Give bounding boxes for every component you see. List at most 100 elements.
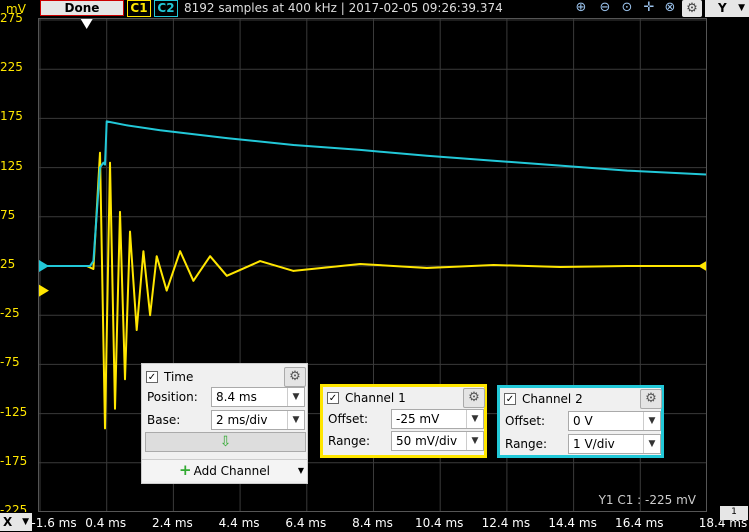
gear-icon[interactable]: ⚙ <box>640 389 662 409</box>
channel-1-range-value: 50 mV/div <box>396 434 458 448</box>
position-select[interactable]: 8.4 ms ▼ <box>211 387 305 407</box>
offset-label: Offset: <box>328 412 369 426</box>
channel-2-offset-value: 0 V <box>573 414 593 428</box>
chevron-down-icon: ▼ <box>22 517 29 527</box>
data-point-c2 <box>105 120 108 123</box>
data-point-c2 <box>292 144 295 146</box>
time-panel-title: Time <box>164 370 194 384</box>
trigger-position-marker <box>80 19 93 29</box>
chevron-down-icon: ▼ <box>466 410 483 428</box>
x-tick-label: 14.4 ms <box>548 516 597 530</box>
data-point-c1 <box>626 265 628 267</box>
channel-2-tag[interactable]: C2 <box>154 0 178 17</box>
channel-1-level-marker <box>39 284 49 297</box>
data-point-c2 <box>706 174 707 176</box>
data-point-c1 <box>135 329 138 331</box>
gear-icon[interactable]: ⚙ <box>682 0 702 17</box>
add-channel-label: Add Channel <box>193 464 270 478</box>
base-value: 2 ms/div <box>216 413 268 427</box>
channel-2-range-select[interactable]: 1 V/div ▼ <box>568 434 661 454</box>
data-point-c1 <box>155 255 158 257</box>
position-label: Position: <box>147 390 198 404</box>
base-select[interactable]: 2 ms/div ▼ <box>211 410 305 430</box>
x-tick-label: -1.6 ms <box>31 516 77 530</box>
chevron-down-icon: ▼ <box>738 3 745 13</box>
time-enable-checkbox[interactable]: ✓ <box>146 371 158 383</box>
x-tick-label: 6.4 ms <box>285 516 327 530</box>
data-point-c2 <box>426 154 428 157</box>
data-point-c1 <box>129 230 131 233</box>
channel-1-tag[interactable]: C1 <box>127 0 151 17</box>
x-tick-label: 2.4 ms <box>151 516 193 530</box>
channel-2-offset-select[interactable]: 0 V ▼ <box>568 411 661 431</box>
done-button[interactable]: Done <box>40 0 124 16</box>
x-axis-right-button[interactable]: 1 <box>720 506 748 520</box>
data-point-c1 <box>359 263 361 265</box>
gear-icon[interactable]: ⚙ <box>463 388 485 408</box>
y-tick-label: 225 <box>0 60 23 75</box>
y-tick-label: 25 <box>0 257 16 271</box>
data-point-c2 <box>225 137 228 139</box>
data-point-c1 <box>492 264 495 266</box>
data-point-c1 <box>109 161 111 164</box>
y-tick-label: -125 <box>0 404 28 419</box>
data-point-c1 <box>225 275 228 277</box>
data-point-c1 <box>179 250 181 253</box>
y-axis-button[interactable]: Y ▼ <box>705 0 749 17</box>
channel-2-header: ✓ Channel 2 <box>504 390 583 408</box>
channel-2-panel: ✓ Channel 2 ⚙ Offset: 0 V ▼ Range: 1 V/d… <box>497 385 664 458</box>
x-tick-label: 0.4 ms <box>85 516 127 530</box>
channel-1-offset-select[interactable]: -25 mV ▼ <box>391 409 484 429</box>
pan-icon[interactable]: ✛ <box>640 0 658 17</box>
channel-2-range-value: 1 V/div <box>573 437 615 451</box>
data-point-c1 <box>124 378 126 380</box>
x-axis-button[interactable]: X ▼ <box>0 513 32 531</box>
apply-button[interactable]: ⇩ <box>145 432 306 452</box>
range-label: Range: <box>328 434 371 448</box>
chevron-down-icon: ▼ <box>466 432 483 450</box>
position-value: 8.4 ms <box>216 390 257 404</box>
channel-1-header: ✓ Channel 1 <box>327 389 406 407</box>
data-point-c2 <box>559 164 562 167</box>
x-tick-label: 8.4 ms <box>352 516 393 530</box>
data-point-c1 <box>149 314 151 317</box>
data-point-c1 <box>426 267 428 269</box>
y-tick-label: 275 <box>0 11 23 25</box>
y-axis-button-label: Y <box>718 1 727 15</box>
channel-1-range-select[interactable]: 50 mV/div ▼ <box>391 431 484 451</box>
x-tick-label: 12.4 ms <box>481 516 531 530</box>
chevron-down-icon: ▼ <box>643 435 660 453</box>
data-point-c1 <box>559 266 562 268</box>
zoom-box-icon[interactable]: ⊗ <box>661 0 679 17</box>
data-point-c1 <box>292 270 295 272</box>
y-tick-label: -175 <box>0 453 28 468</box>
gear-icon[interactable]: ⚙ <box>284 367 306 387</box>
data-point-c2 <box>359 149 361 151</box>
data-point-c1 <box>99 152 101 154</box>
chevron-down-icon: ▼ <box>287 411 304 429</box>
zoom-in-icon[interactable]: ⊕ <box>572 0 590 17</box>
y-tick-label: 125 <box>0 158 23 173</box>
zoom-fit-icon[interactable]: ⊙ <box>618 0 636 17</box>
arrow-down-icon: ⇩ <box>219 434 232 450</box>
time-panel: ✓ Time ⚙ Position: 8.4 ms ▼ Base: 2 ms/d… <box>141 363 308 484</box>
channel-1-panel: ✓ Channel 1 ⚙ Offset: -25 mV ▼ Range: 50… <box>320 384 487 458</box>
data-point-c1 <box>119 211 121 213</box>
plus-icon: + <box>179 461 192 479</box>
channel-2-title: Channel 2 <box>522 392 583 406</box>
y-tick-label: 175 <box>0 109 23 124</box>
data-point-c2 <box>125 124 128 127</box>
add-channel-button[interactable]: + Add Channel ▼ <box>142 459 307 481</box>
data-point-c2 <box>104 163 106 166</box>
chevron-down-icon: ▼ <box>287 388 304 406</box>
data-point-c1 <box>259 260 261 262</box>
data-point-c1 <box>192 279 195 282</box>
channel-2-level-marker <box>39 260 49 272</box>
channel-1-enable-checkbox[interactable]: ✓ <box>327 392 339 404</box>
channel-2-enable-checkbox[interactable]: ✓ <box>504 393 516 405</box>
base-label: Base: <box>147 413 181 427</box>
trigger-level-marker <box>698 261 706 271</box>
data-point-c1 <box>209 255 211 257</box>
acquisition-info: 8192 samples at 400 kHz | 2017-02-05 09:… <box>184 1 503 15</box>
zoom-out-icon[interactable]: ⊖ <box>596 0 614 17</box>
